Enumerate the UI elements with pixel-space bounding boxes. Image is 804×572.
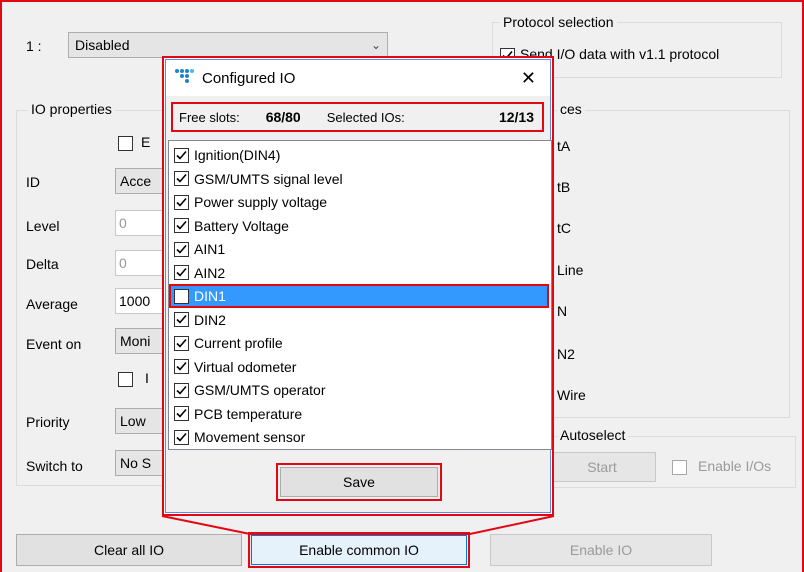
checkmark-icon bbox=[176, 150, 187, 160]
io-item-checkbox[interactable] bbox=[174, 194, 189, 210]
io-item-checkbox[interactable] bbox=[174, 382, 189, 398]
io-list-item[interactable]: GSM/UMTS signal level bbox=[169, 167, 549, 191]
io-item-label: GSM/UMTS operator bbox=[194, 382, 326, 398]
io-item-label: PCB temperature bbox=[194, 405, 303, 422]
io-list-item[interactable]: GSM/UMTS operator bbox=[169, 378, 549, 402]
clear-all-io-button[interactable]: Clear all IO bbox=[16, 534, 242, 566]
close-icon[interactable]: ✕ bbox=[521, 68, 536, 89]
io-list-item[interactable]: Movement sensor bbox=[169, 425, 549, 449]
io-item-label: DIN2 bbox=[194, 311, 226, 328]
checkmark-icon bbox=[176, 314, 187, 324]
enable-io-button[interactable]: Enable IO bbox=[490, 534, 712, 566]
free-slots-value: 68/80 bbox=[265, 109, 301, 125]
checkmark-icon bbox=[176, 408, 187, 418]
free-slots-label: Free slots: bbox=[179, 109, 240, 125]
checkmark-icon bbox=[176, 173, 187, 183]
io-item-label: Current profile bbox=[194, 335, 283, 351]
checkmark-icon bbox=[176, 244, 187, 254]
configured-io-dialog: Configured IO ✕ Free slots: 68/80 Select… bbox=[162, 56, 554, 516]
checkmark-icon bbox=[176, 432, 187, 442]
slots-summary: Free slots: 68/80 Selected IOs: 12/13 bbox=[171, 102, 544, 132]
dialog-titlebar: Configured IO ✕ bbox=[166, 60, 550, 96]
io-item-label: AIN2 bbox=[194, 264, 226, 281]
selected-ios-label: Selected IOs: bbox=[326, 109, 405, 125]
io-item-label: Battery Voltage bbox=[194, 217, 289, 234]
io-list-item[interactable]: Virtual odometer bbox=[169, 355, 549, 379]
io-list-item[interactable]: Battery Voltage bbox=[169, 214, 549, 238]
checkmark-icon bbox=[176, 220, 187, 230]
io-list-item[interactable]: Current profile bbox=[169, 331, 549, 355]
selected-ios-value: 12/13 bbox=[498, 109, 534, 125]
dialog-title: Configured IO bbox=[202, 69, 296, 87]
io-item-checkbox[interactable] bbox=[174, 429, 189, 445]
save-button[interactable]: Save bbox=[280, 467, 438, 497]
enable-common-io-button[interactable]: Enable common IO bbox=[251, 535, 467, 565]
io-list-item[interactable]: Ignition(DIN4) bbox=[169, 143, 549, 167]
io-item-label: Virtual odometer bbox=[194, 358, 297, 375]
io-item-checkbox[interactable] bbox=[174, 147, 189, 163]
checkmark-icon bbox=[176, 338, 187, 348]
io-item-label: AIN1 bbox=[194, 241, 226, 257]
io-list-item[interactable]: AIN1 bbox=[169, 237, 549, 261]
io-item-checkbox[interactable] bbox=[174, 288, 189, 304]
checkmark-icon bbox=[176, 361, 187, 371]
io-item-checkbox[interactable] bbox=[174, 359, 189, 374]
io-list-item[interactable]: PCB temperature bbox=[169, 402, 549, 426]
io-item-label: Ignition(DIN4) bbox=[194, 147, 281, 163]
io-item-checkbox[interactable] bbox=[174, 406, 189, 421]
checkmark-icon bbox=[176, 197, 187, 207]
io-item-checkbox[interactable] bbox=[174, 171, 189, 186]
io-item-label: Power supply voltage bbox=[194, 194, 328, 210]
teltonika-logo-icon bbox=[174, 68, 196, 88]
io-item-checkbox[interactable] bbox=[174, 241, 189, 257]
io-checklist[interactable]: Ignition(DIN4) GSM/UMTS signal level Power… bbox=[168, 140, 552, 450]
io-item-label: DIN1 bbox=[194, 288, 226, 304]
io-item-checkbox[interactable] bbox=[174, 312, 189, 327]
io-list-item[interactable]: DIN1 bbox=[169, 284, 549, 308]
io-list-item[interactable]: Power supply voltage bbox=[169, 190, 549, 214]
io-item-checkbox[interactable] bbox=[174, 335, 189, 351]
io-list-item[interactable]: AIN2 bbox=[169, 261, 549, 285]
io-item-checkbox[interactable] bbox=[174, 265, 189, 280]
io-item-checkbox[interactable] bbox=[174, 218, 189, 233]
io-list-item[interactable]: DIN2 bbox=[169, 308, 549, 332]
io-item-label: GSM/UMTS signal level bbox=[194, 170, 343, 187]
io-item-label: Movement sensor bbox=[194, 429, 306, 445]
checkmark-icon bbox=[176, 385, 187, 395]
checkmark-icon bbox=[176, 267, 187, 277]
